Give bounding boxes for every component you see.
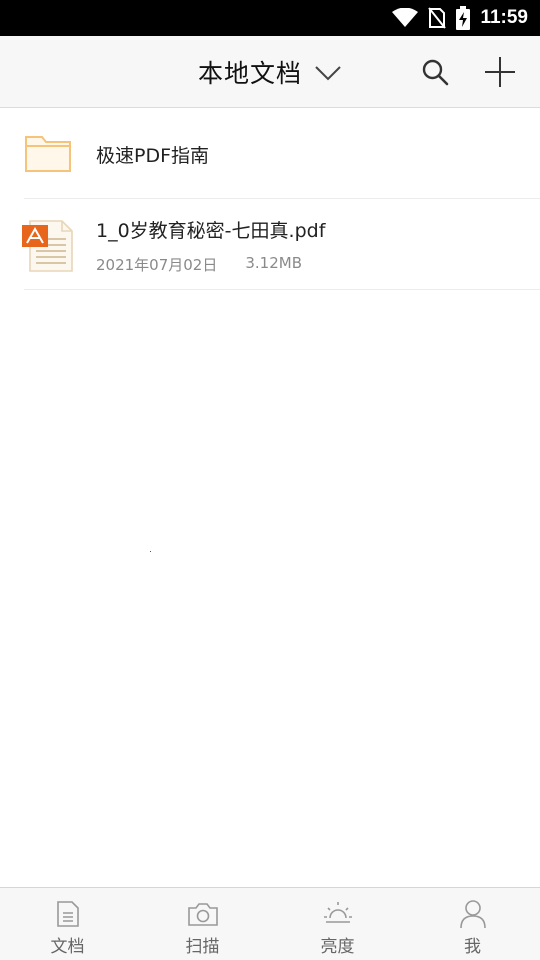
- folder-icon: [24, 133, 72, 177]
- pdf-file-icon: [20, 219, 74, 277]
- tab-scan[interactable]: 扫描: [135, 888, 270, 960]
- brightness-icon: [323, 900, 353, 928]
- tab-brightness[interactable]: 亮度: [270, 888, 405, 960]
- tab-label: 亮度: [320, 937, 355, 957]
- status-bar: 11:59: [0, 0, 540, 36]
- tab-me[interactable]: 我: [405, 888, 540, 960]
- clock: 11:59: [480, 7, 528, 28]
- divider-speck: [150, 551, 151, 552]
- search-icon: [422, 59, 449, 86]
- file-size: 3.12MB: [245, 254, 302, 272]
- file-meta: 2021年07月02日 3.12MB: [96, 254, 302, 275]
- plus-icon: [485, 57, 515, 87]
- file-list: 极速PDF指南 1_0岁教育秘密-七田真.pdf 2021年07月02日 3.1…: [0, 108, 540, 290]
- chevron-down-icon: [314, 65, 342, 81]
- add-button[interactable]: [484, 56, 516, 88]
- wifi-icon: [392, 8, 419, 28]
- no-sim-icon: [428, 7, 447, 29]
- tab-label: 我: [464, 937, 481, 957]
- page-title: 本地文档: [197, 59, 302, 88]
- battery-charging-icon: [456, 6, 471, 30]
- camera-icon: [187, 900, 219, 928]
- tab-documents[interactable]: 文档: [0, 888, 135, 960]
- tab-label: 扫描: [185, 937, 220, 957]
- tab-label: 文档: [50, 937, 85, 957]
- file-date: 2021年07月02日: [96, 256, 218, 274]
- location-selector[interactable]: 本地文档: [0, 36, 540, 108]
- search-button[interactable]: [419, 56, 451, 88]
- file-name: 1_0岁教育秘密-七田真.pdf: [96, 220, 326, 242]
- file-name: 极速PDF指南: [96, 145, 210, 167]
- document-icon: [56, 900, 80, 928]
- list-item[interactable]: 极速PDF指南: [24, 108, 540, 199]
- list-item[interactable]: 1_0岁教育秘密-七田真.pdf 2021年07月02日 3.12MB: [22, 199, 540, 290]
- app-header: 本地文档: [0, 36, 540, 108]
- bottom-tab-bar: 文档 扫描 亮度 我: [0, 887, 540, 960]
- person-icon: [459, 900, 487, 929]
